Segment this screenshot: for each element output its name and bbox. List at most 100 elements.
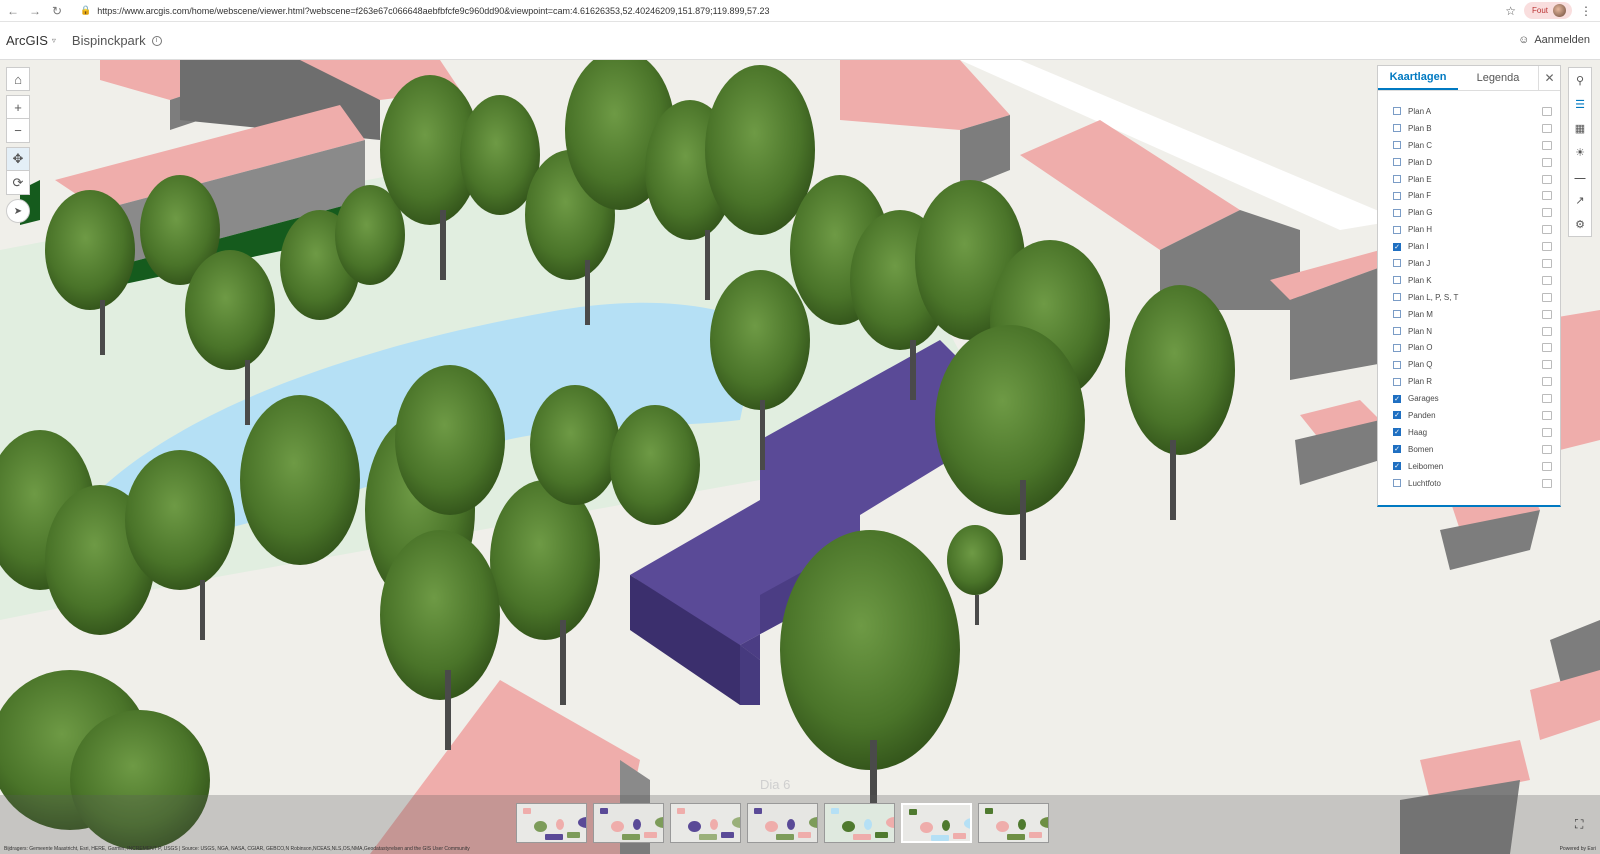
layers-icon[interactable]: ☰ bbox=[1569, 92, 1591, 116]
slide-thumbnail[interactable] bbox=[593, 803, 664, 843]
layer-item[interactable]: ✓ Bomen bbox=[1378, 441, 1560, 458]
layer-item[interactable]: Plan A bbox=[1378, 103, 1560, 120]
layer-checkbox[interactable]: ✓ bbox=[1393, 445, 1401, 454]
layer-item[interactable]: Plan L, P, S, T bbox=[1378, 289, 1560, 306]
slide-thumbnail[interactable] bbox=[516, 803, 587, 843]
slide-thumbnail[interactable] bbox=[670, 803, 741, 843]
address-bar[interactable]: 🔒 https://www.arcgis.com/home/webscene/v… bbox=[80, 5, 1505, 16]
layer-item[interactable]: Plan M bbox=[1378, 306, 1560, 323]
layer-checkbox[interactable] bbox=[1393, 208, 1401, 217]
layer-checkbox[interactable]: ✓ bbox=[1393, 411, 1401, 420]
measure-icon[interactable]: ⎼ bbox=[1569, 164, 1591, 188]
layer-checkbox[interactable] bbox=[1393, 327, 1401, 336]
zoom-in-button[interactable]: + bbox=[6, 95, 30, 119]
close-icon[interactable]: ✕ bbox=[1538, 66, 1560, 90]
layer-options-icon[interactable] bbox=[1542, 275, 1552, 285]
layer-item[interactable]: Plan E bbox=[1378, 171, 1560, 188]
scene-view[interactable] bbox=[0, 60, 1600, 854]
slide-thumbnail[interactable] bbox=[747, 803, 818, 843]
layer-options-icon[interactable] bbox=[1542, 343, 1552, 353]
layer-checkbox[interactable]: ✓ bbox=[1393, 462, 1401, 471]
layer-item[interactable]: ✓ Garages bbox=[1378, 390, 1560, 407]
layer-item[interactable]: Plan H bbox=[1378, 221, 1560, 238]
kebab-menu-icon[interactable]: ⋮ bbox=[1580, 4, 1592, 18]
layer-options-icon[interactable] bbox=[1542, 478, 1552, 488]
tab-legenda[interactable]: Legenda bbox=[1458, 66, 1538, 90]
layer-options-icon[interactable] bbox=[1542, 258, 1552, 268]
layer-checkbox[interactable]: ✓ bbox=[1393, 242, 1401, 251]
zoom-out-button[interactable]: − bbox=[6, 119, 30, 143]
layer-options-icon[interactable] bbox=[1542, 394, 1552, 404]
home-button[interactable]: ⌂ bbox=[6, 67, 30, 91]
layer-options-icon[interactable] bbox=[1542, 140, 1552, 150]
slide-thumbnail[interactable] bbox=[901, 803, 972, 843]
layer-options-icon[interactable] bbox=[1542, 208, 1552, 218]
layer-item[interactable]: Plan D bbox=[1378, 154, 1560, 171]
layer-checkbox[interactable] bbox=[1393, 141, 1401, 150]
layer-options-icon[interactable] bbox=[1542, 461, 1552, 471]
back-icon[interactable]: ← bbox=[4, 2, 22, 20]
star-icon[interactable]: ☆ bbox=[1505, 4, 1516, 18]
info-icon[interactable]: i bbox=[151, 35, 162, 46]
rotate-button[interactable]: ⟳ bbox=[6, 171, 30, 195]
layer-options-icon[interactable] bbox=[1542, 360, 1552, 370]
layer-item[interactable]: ✓ Plan I bbox=[1378, 238, 1560, 255]
signin-button[interactable]: ☺ Aanmelden bbox=[1518, 34, 1590, 46]
layer-item[interactable]: Plan K bbox=[1378, 272, 1560, 289]
layer-item[interactable]: Plan B bbox=[1378, 120, 1560, 137]
layer-checkbox[interactable]: ✓ bbox=[1393, 428, 1401, 437]
layer-item[interactable]: Plan J bbox=[1378, 255, 1560, 272]
layer-checkbox[interactable] bbox=[1393, 293, 1401, 302]
layer-checkbox[interactable] bbox=[1393, 479, 1401, 488]
layer-options-icon[interactable] bbox=[1542, 377, 1552, 387]
layer-checkbox[interactable] bbox=[1393, 276, 1401, 285]
layer-checkbox[interactable] bbox=[1393, 191, 1401, 200]
slide-thumbnail[interactable] bbox=[978, 803, 1049, 843]
profile-button[interactable]: Fout bbox=[1523, 2, 1572, 19]
basemap-icon[interactable]: ▦ bbox=[1569, 116, 1591, 140]
slide-thumbnail[interactable] bbox=[824, 803, 895, 843]
layer-options-icon[interactable] bbox=[1542, 174, 1552, 184]
layer-checkbox[interactable] bbox=[1393, 158, 1401, 167]
layer-options-icon[interactable] bbox=[1542, 191, 1552, 201]
compass-button[interactable]: ➤ bbox=[6, 199, 30, 223]
brand-menu[interactable]: ArcGIS ▿ bbox=[6, 33, 56, 48]
layer-item[interactable]: Plan R bbox=[1378, 373, 1560, 390]
search-icon[interactable]: ⚲ bbox=[1569, 68, 1591, 92]
layer-item[interactable]: ✓ Leibomen bbox=[1378, 458, 1560, 475]
layer-options-icon[interactable] bbox=[1542, 242, 1552, 252]
layer-options-icon[interactable] bbox=[1542, 427, 1552, 437]
layer-options-icon[interactable] bbox=[1542, 444, 1552, 454]
daylight-icon[interactable]: ☀ bbox=[1569, 140, 1591, 164]
layer-item[interactable]: Plan G bbox=[1378, 204, 1560, 221]
layer-checkbox[interactable] bbox=[1393, 310, 1401, 319]
layer-item[interactable]: Luchtfoto bbox=[1378, 475, 1560, 492]
layer-options-icon[interactable] bbox=[1542, 157, 1552, 167]
layer-options-icon[interactable] bbox=[1542, 309, 1552, 319]
tab-kaartlagen[interactable]: Kaartlagen bbox=[1378, 66, 1458, 90]
layer-options-icon[interactable] bbox=[1542, 123, 1552, 133]
layer-checkbox[interactable] bbox=[1393, 259, 1401, 268]
layer-options-icon[interactable] bbox=[1542, 326, 1552, 336]
layer-checkbox[interactable] bbox=[1393, 225, 1401, 234]
layer-item[interactable]: Plan C bbox=[1378, 137, 1560, 154]
layer-item[interactable]: Plan Q bbox=[1378, 356, 1560, 373]
pan-button[interactable]: ✥ bbox=[6, 147, 30, 171]
layer-checkbox[interactable] bbox=[1393, 124, 1401, 133]
layer-item[interactable]: Plan N bbox=[1378, 323, 1560, 340]
settings-icon[interactable]: ⚙ bbox=[1569, 212, 1591, 236]
layer-checkbox[interactable] bbox=[1393, 377, 1401, 386]
layer-options-icon[interactable] bbox=[1542, 292, 1552, 302]
layer-checkbox[interactable] bbox=[1393, 107, 1401, 116]
layer-checkbox[interactable] bbox=[1393, 360, 1401, 369]
share-icon[interactable]: ↗ bbox=[1569, 188, 1591, 212]
forward-icon[interactable]: → bbox=[26, 2, 44, 20]
layer-checkbox[interactable] bbox=[1393, 175, 1401, 183]
layer-checkbox[interactable] bbox=[1393, 343, 1401, 352]
layer-item[interactable]: ✓ Panden bbox=[1378, 407, 1560, 424]
layer-options-icon[interactable] bbox=[1542, 106, 1552, 116]
layer-item[interactable]: Plan O bbox=[1378, 339, 1560, 356]
layer-item[interactable]: ✓ Haag bbox=[1378, 424, 1560, 441]
reload-icon[interactable]: ↻ bbox=[48, 2, 66, 20]
layer-options-icon[interactable] bbox=[1542, 225, 1552, 235]
